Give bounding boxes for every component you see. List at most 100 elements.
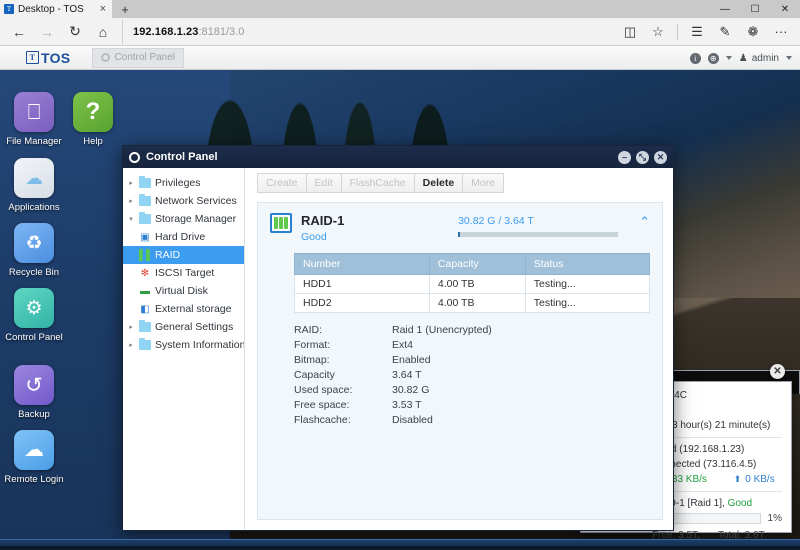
web-note-icon[interactable]: ✎: [712, 20, 738, 44]
folder-icon: [139, 175, 151, 188]
detail-key: Capacity: [294, 368, 335, 381]
sidebar-item-general-settings[interactable]: ▸ General Settings: [123, 318, 244, 336]
detail-row-flashcache: Flashcache: Disabled: [294, 412, 650, 427]
create-button[interactable]: Create: [257, 173, 306, 193]
user-chevron-down-icon[interactable]: [786, 56, 792, 60]
tab-close-icon[interactable]: ×: [98, 3, 108, 15]
taskbar-item-control-panel[interactable]: Control Panel: [92, 47, 185, 68]
back-icon[interactable]: ←: [6, 20, 32, 44]
detail-value: Raid 1 (Unencrypted): [392, 323, 492, 336]
detail-value: Ext4: [392, 338, 414, 351]
window-maximize-button[interactable]: ☐: [740, 0, 770, 18]
refresh-icon[interactable]: ↻: [62, 20, 88, 44]
desktop-icon-help[interactable]: ? Help: [62, 92, 124, 147]
cp-minimize-button[interactable]: –: [618, 150, 631, 164]
detail-row-raid: RAID: Raid 1 (Unencrypted): [294, 322, 650, 337]
raid-capacity-text: 30.82 G / 3.64 T: [458, 215, 534, 227]
more-button[interactable]: More: [462, 173, 505, 193]
sidebar-item-label: External storage: [155, 303, 232, 315]
detail-value: Enabled: [392, 353, 431, 366]
control-panel-icon: ⚙: [14, 288, 54, 328]
edit-button[interactable]: Edit: [305, 173, 341, 193]
twisty-icon[interactable]: ▸: [127, 323, 135, 331]
cp-maximize-button[interactable]: ⤡: [636, 150, 649, 164]
sidebar-item-storage-manager[interactable]: ▾ Storage Manager: [123, 210, 244, 228]
new-tab-button[interactable]: +: [112, 0, 138, 18]
sidebar-item-raid[interactable]: ▌▌ RAID: [123, 246, 244, 264]
detail-row-capacity: Capacity 3.64 T: [294, 367, 650, 382]
flashcache-button[interactable]: FlashCache: [340, 173, 414, 193]
address-bar[interactable]: 192.168.1.23:8181/3.0: [122, 19, 615, 44]
address-host: 192.168.1.23: [133, 25, 199, 38]
sidebar-item-label: Network Services: [155, 195, 237, 207]
info-icon[interactable]: i: [689, 52, 701, 64]
window-close-button[interactable]: ✕: [770, 0, 800, 18]
user-menu[interactable]: ♟ admin: [739, 53, 779, 64]
desktop-icon-backup[interactable]: ↺ Backup: [3, 365, 65, 420]
reading-view-icon[interactable]: ◫: [617, 20, 643, 44]
hub-icon[interactable]: ☰: [684, 20, 710, 44]
capacity-percent-label: 1%: [767, 513, 782, 524]
detail-value: 3.64 T: [392, 368, 422, 381]
applications-icon: ☁: [14, 158, 54, 198]
table-row[interactable]: HDD1 4.00 TB Testing...: [294, 274, 651, 294]
desktop-icon-remote-login[interactable]: ☁ Remote Login: [3, 430, 65, 485]
upload-arrow-icon: ⬆: [733, 474, 742, 484]
desktop-icon-applications[interactable]: ☁ Applications: [3, 158, 65, 213]
recycle-bin-icon: ♻: [14, 223, 54, 263]
share-icon[interactable]: ❁: [740, 20, 766, 44]
sidebar-item-label: Virtual Disk: [155, 285, 208, 297]
info-widget-close-icon[interactable]: ✕: [770, 364, 785, 379]
sidebar-item-label: System Information: [155, 339, 245, 351]
browser-tab[interactable]: T Desktop - TOS ×: [0, 0, 112, 18]
twisty-icon[interactable]: ▸: [127, 179, 135, 187]
tab-title: Desktop - TOS: [18, 3, 84, 15]
twisty-icon[interactable]: ▾: [127, 215, 135, 223]
table-header-row: Number Capacity Status: [294, 253, 651, 275]
storage-status-badge: Good: [727, 498, 753, 509]
chevron-down-icon[interactable]: [725, 56, 732, 60]
tab-favicon: T: [4, 4, 14, 14]
control-panel-window-buttons: – ⤡ ✕: [618, 150, 667, 164]
folder-icon: [139, 337, 151, 350]
table-row[interactable]: HDD2 4.00 TB Testing...: [294, 293, 651, 313]
twisty-icon[interactable]: ▸: [127, 341, 135, 349]
taskbar-item-label: Control Panel: [114, 52, 176, 63]
twisty-icon[interactable]: ▸: [127, 197, 135, 205]
desktop-icon-label: Remote Login: [4, 474, 64, 485]
globe-icon[interactable]: ⊕: [707, 52, 719, 64]
raid-content: RAID-1 Good 30.82 G / 3.64 T ⌃ Number Ca…: [245, 198, 673, 530]
cell-capacity: 4.00 TB: [428, 293, 526, 313]
window-minimize-button[interactable]: —: [710, 0, 740, 18]
raid-title-block: RAID-1 Good: [301, 213, 344, 243]
tos-logo[interactable]: T TOS: [26, 50, 70, 66]
sidebar-item-system-information[interactable]: ▸ System Information: [123, 336, 244, 354]
chevron-up-icon[interactable]: ⌃: [639, 213, 650, 228]
column-header-status: Status: [524, 253, 651, 275]
forward-icon[interactable]: →: [34, 20, 60, 44]
desktop-icon-control-panel[interactable]: ⚙ Control Panel: [3, 288, 65, 343]
sidebar-item-hard-drive[interactable]: ▣ Hard Drive: [123, 228, 244, 246]
raid-capacity-fill: [458, 232, 460, 237]
desktop-icon-label: File Manager: [6, 136, 62, 147]
sidebar-item-label: Storage Manager: [155, 213, 237, 225]
tos-page: T TOS Control Panel i ⊕ ♟ admin ⎕ File M…: [0, 46, 800, 550]
raid-capacity-bar: [458, 232, 619, 237]
desktop-icon-label: Backup: [18, 409, 50, 420]
control-panel-titlebar[interactable]: Control Panel – ⤡ ✕: [123, 146, 673, 168]
sidebar-item-privileges[interactable]: ▸ Privileges: [123, 174, 244, 192]
sidebar-item-network-services[interactable]: ▸ Network Services: [123, 192, 244, 210]
sidebar-item-iscsi-target[interactable]: ✻ ISCSI Target: [123, 264, 244, 282]
sidebar-item-virtual-disk[interactable]: ▬ Virtual Disk: [123, 282, 244, 300]
delete-button[interactable]: Delete: [413, 173, 463, 193]
applications-glyph: ☁: [25, 168, 43, 188]
raid-card-header: RAID-1 Good 30.82 G / 3.64 T ⌃: [270, 213, 650, 243]
more-options-icon[interactable]: ···: [768, 20, 794, 44]
desktop-icon-file-manager[interactable]: ⎕ File Manager: [3, 92, 65, 147]
sidebar-item-external-storage[interactable]: ◧ External storage: [123, 300, 244, 318]
cp-close-button[interactable]: ✕: [654, 150, 667, 164]
home-icon[interactable]: ⌂: [90, 20, 116, 44]
desktop-icon-recycle-bin[interactable]: ♻ Recycle Bin: [3, 223, 65, 278]
sidebar-item-label: Hard Drive: [155, 231, 206, 243]
favorite-star-icon[interactable]: ☆: [645, 20, 671, 44]
